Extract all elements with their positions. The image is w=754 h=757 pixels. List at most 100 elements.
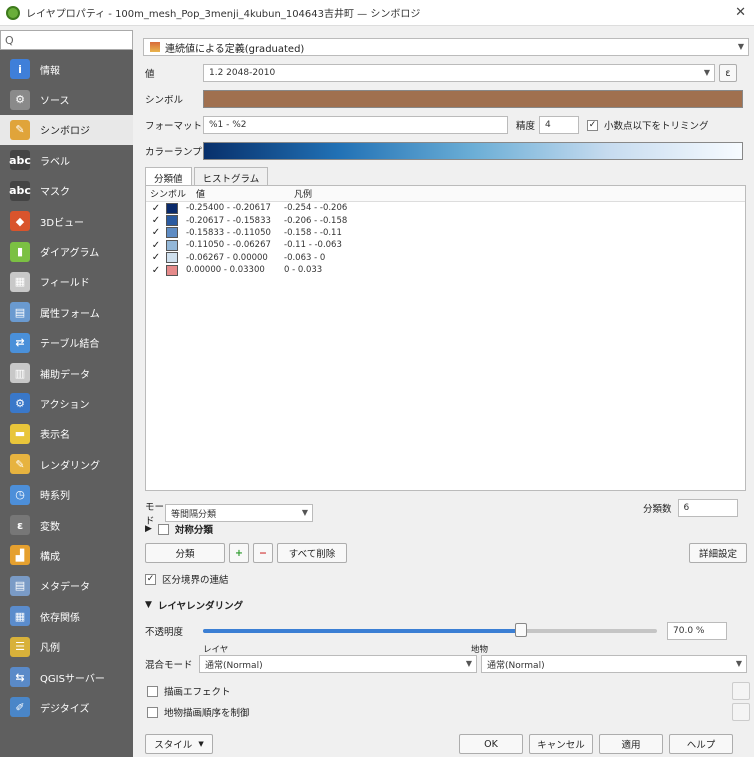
header-symbol[interactable]: シンボル bbox=[146, 187, 196, 200]
class-value[interactable]: 0.00000 - 0.03300 bbox=[186, 265, 284, 275]
sidebar-item[interactable]: ▮ ダイアグラム bbox=[0, 236, 133, 266]
sidebar-item[interactable]: ◆ 3Dビュー bbox=[0, 206, 133, 236]
sidebar-item[interactable]: ☰ 凡例 bbox=[0, 631, 133, 661]
advanced-button[interactable]: 詳細設定 bbox=[689, 543, 747, 563]
class-visible-checkbox[interactable]: ✓ bbox=[150, 240, 162, 251]
sidebar-item[interactable]: abc マスク bbox=[0, 176, 133, 206]
close-icon[interactable]: ✕ bbox=[735, 5, 746, 20]
class-symbol-swatch[interactable] bbox=[166, 264, 178, 276]
sidebar-item[interactable]: ▥ 補助データ bbox=[0, 358, 133, 388]
feature-blend-select[interactable]: 通常(Normal) ▼ bbox=[481, 655, 747, 673]
expand-arrow-icon[interactable]: ▶ bbox=[145, 524, 152, 534]
class-symbol-swatch[interactable] bbox=[166, 239, 178, 251]
sidebar-item[interactable]: ⚙ ソース bbox=[0, 84, 133, 114]
sidebar-item[interactable]: ◷ 時系列 bbox=[0, 479, 133, 509]
table-row[interactable]: ✓ -0.15833 - -0.11050 -0.158 - -0.11 bbox=[146, 227, 745, 239]
table-row[interactable]: ✓ -0.06267 - 0.00000 -0.063 - 0 bbox=[146, 252, 745, 264]
expression-button[interactable]: ε bbox=[719, 64, 737, 82]
sidebar-item[interactable]: ε 変数 bbox=[0, 510, 133, 540]
link-boundaries-checkbox[interactable]: ✓ bbox=[145, 573, 156, 585]
opacity-slider-handle[interactable] bbox=[514, 623, 527, 637]
precision-spinbox[interactable]: 4 bbox=[539, 116, 580, 134]
sidebar-item[interactable]: ▦ 依存関係 bbox=[0, 601, 133, 631]
layer-rendering-header[interactable]: ▼ レイヤレンダリング bbox=[145, 598, 243, 612]
class-symbol-swatch[interactable] bbox=[166, 227, 178, 239]
feature-order-checkbox[interactable] bbox=[147, 706, 158, 718]
cancel-button[interactable]: キャンセル bbox=[529, 734, 593, 754]
delete-all-button[interactable]: すべて削除 bbox=[277, 543, 347, 563]
class-legend[interactable]: -0.158 - -0.11 bbox=[284, 228, 404, 238]
sidebar-item[interactable]: ✎ レンダリング bbox=[0, 449, 133, 479]
sidebar-item-label: メタデータ bbox=[40, 582, 90, 594]
renderer-value: 連続値による定義(graduated) bbox=[165, 43, 305, 55]
opacity-spinbox[interactable]: 70.0 % bbox=[667, 622, 727, 640]
table-row[interactable]: ✓ -0.20617 - -0.15833 -0.206 - -0.158 bbox=[146, 214, 745, 227]
class-legend[interactable]: -0.063 - 0 bbox=[284, 253, 404, 263]
opacity-slider[interactable] bbox=[199, 621, 661, 641]
add-class-button[interactable]: + bbox=[229, 543, 249, 563]
help-button[interactable]: ヘルプ bbox=[669, 734, 733, 754]
header-value[interactable]: 値 bbox=[196, 187, 294, 200]
blend-row: 混合モード 通常(Normal) ▼ 通常(Normal) ▼ bbox=[145, 655, 747, 673]
sidebar-search-input[interactable]: Q bbox=[0, 30, 133, 50]
remove-class-button[interactable]: − bbox=[253, 543, 273, 563]
table-row[interactable]: ✓ 0.00000 - 0.03300 0 - 0.033 bbox=[146, 264, 745, 276]
classify-button[interactable]: 分類 bbox=[145, 543, 225, 563]
table-row[interactable]: ✓ -0.11050 - -0.06267 -0.11 - -0.063 bbox=[146, 239, 745, 251]
sidebar-item[interactable]: i 情報 bbox=[0, 54, 133, 84]
class-value[interactable]: -0.25400 - -0.20617 bbox=[186, 203, 284, 213]
qgis-logo-icon bbox=[6, 5, 20, 20]
class-legend[interactable]: -0.206 - -0.158 bbox=[284, 216, 404, 226]
class-visible-checkbox[interactable]: ✓ bbox=[150, 227, 162, 238]
effects-settings-icon[interactable] bbox=[732, 682, 750, 700]
class-legend[interactable]: -0.254 - -0.206 bbox=[284, 203, 404, 213]
format-field[interactable]: %1 - %2 bbox=[203, 116, 508, 134]
class-legend[interactable]: 0 - 0.033 bbox=[284, 265, 404, 275]
sidebar-item[interactable]: ▤ メタデータ bbox=[0, 571, 133, 601]
class-visible-checkbox[interactable]: ✓ bbox=[150, 265, 162, 276]
class-legend[interactable]: -0.11 - -0.063 bbox=[284, 240, 404, 250]
sidebar-item[interactable]: ▤ 属性フォーム bbox=[0, 297, 133, 327]
renderer-select[interactable]: 連続値による定義(graduated) ▼ bbox=[143, 38, 749, 56]
trim-checkbox[interactable]: ✓ bbox=[587, 119, 599, 131]
class-value[interactable]: -0.06267 - 0.00000 bbox=[186, 253, 284, 263]
mode-select[interactable]: 等間隔分類 ▼ bbox=[165, 504, 313, 522]
effects-checkbox[interactable] bbox=[147, 685, 158, 697]
chevron-down-icon: ▼ bbox=[301, 508, 308, 517]
color-ramp-button[interactable] bbox=[203, 142, 743, 160]
class-visible-checkbox[interactable]: ✓ bbox=[150, 215, 162, 226]
class-visible-checkbox[interactable]: ✓ bbox=[150, 252, 162, 263]
sidebar-item[interactable]: ⚙ アクション bbox=[0, 388, 133, 418]
sidebar-item[interactable]: ▬ 表示名 bbox=[0, 419, 133, 449]
header-legend[interactable]: 凡例 bbox=[294, 187, 312, 200]
symbol-button[interactable] bbox=[203, 90, 743, 108]
class-value[interactable]: -0.15833 - -0.11050 bbox=[186, 228, 284, 238]
sidebar-item-label: 変数 bbox=[40, 521, 60, 533]
sidebar: Q i 情報 ⚙ ソース ✎ シンボロジ abc ラベル abc マスク ◆ 3Dビュー ▮ ダイアグラム… bbox=[0, 30, 133, 757]
class-visible-checkbox[interactable]: ✓ bbox=[150, 203, 162, 214]
ok-button[interactable]: OK bbox=[459, 734, 523, 754]
value-expression-field[interactable]: 1.2 2048-2010 ▼ bbox=[203, 64, 715, 82]
format-row: フォーマット %1 - %2 精度 4 ✓ 小数点以下をトリミング bbox=[145, 116, 709, 134]
sidebar-item[interactable]: ✐ デジタイズ bbox=[0, 692, 133, 722]
class-symbol-swatch[interactable] bbox=[166, 202, 178, 214]
elevation-icon: ▟ bbox=[10, 545, 30, 566]
classes-count-spinbox[interactable]: 6 bbox=[677, 499, 738, 517]
class-symbol-swatch[interactable] bbox=[166, 252, 178, 264]
sidebar-item[interactable]: ▦ フィールド bbox=[0, 267, 133, 297]
layer-blend-select[interactable]: 通常(Normal) ▼ bbox=[199, 655, 477, 673]
sidebar-item[interactable]: ⇄ テーブル結合 bbox=[0, 328, 133, 358]
symmetric-checkbox[interactable] bbox=[157, 523, 169, 535]
table-row[interactable]: ✓ -0.25400 - -0.20617 -0.254 - -0.206 bbox=[146, 202, 745, 214]
sidebar-item[interactable]: ⇆ QGISサーバー bbox=[0, 662, 133, 692]
sidebar-item[interactable]: ✎ シンボロジ bbox=[0, 114, 133, 146]
class-value[interactable]: -0.20617 - -0.15833 bbox=[186, 216, 284, 226]
feature-order-settings-icon[interactable] bbox=[732, 703, 750, 721]
class-symbol-swatch[interactable] bbox=[166, 215, 178, 227]
style-button[interactable]: スタイル ▼ bbox=[145, 734, 213, 754]
sidebar-item[interactable]: ▟ 構成 bbox=[0, 540, 133, 570]
legend-icon: ☰ bbox=[10, 636, 30, 657]
class-value[interactable]: -0.11050 - -0.06267 bbox=[186, 240, 284, 250]
apply-button[interactable]: 適用 bbox=[599, 734, 663, 754]
sidebar-item[interactable]: abc ラベル bbox=[0, 145, 133, 175]
